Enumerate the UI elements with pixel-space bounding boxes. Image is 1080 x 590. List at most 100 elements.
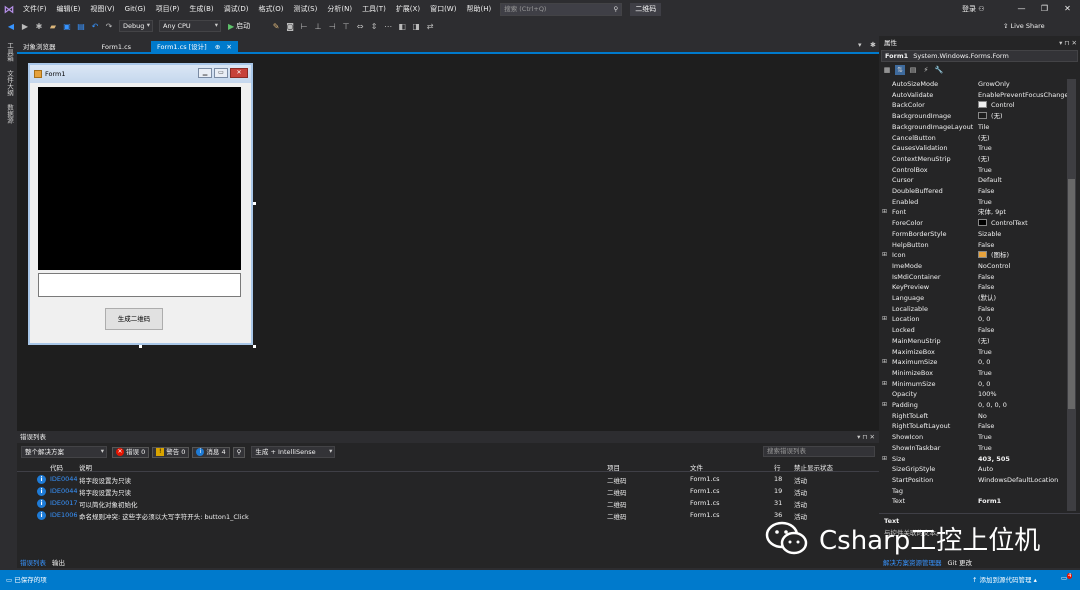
property-row[interactable]: ForeColor ControlText <box>879 218 1067 229</box>
property-row[interactable]: BackgroundImage (无) <box>879 111 1067 122</box>
tab-solution-explorer[interactable]: 解决方案资源管理器 <box>883 557 942 567</box>
col-code[interactable]: 代码 <box>50 462 63 472</box>
expand-icon[interactable]: ⊞ <box>882 314 887 325</box>
picture-box[interactable] <box>38 87 241 270</box>
scrollbar-thumb[interactable] <box>1068 179 1075 409</box>
property-value[interactable]: No <box>978 411 987 422</box>
data-sources-tab[interactable]: 数据源 <box>3 104 15 124</box>
property-value[interactable]: True <box>978 347 992 358</box>
property-value[interactable]: 0, 0 <box>978 379 990 390</box>
property-row[interactable]: Language (默认) <box>879 293 1067 304</box>
resize-handle-corner[interactable] <box>253 345 256 348</box>
property-value[interactable]: 100% <box>978 389 997 400</box>
panel-controls-icon[interactable]: ▾ ⊓ ✕ <box>857 431 875 443</box>
property-row[interactable]: MainMenuStrip (无) <box>879 336 1067 347</box>
properties-icon[interactable]: ▤ <box>908 65 918 75</box>
col-project[interactable]: 项目 <box>607 462 620 472</box>
property-value[interactable]: False <box>978 421 994 432</box>
error-code[interactable]: IDE1006 <box>50 511 78 519</box>
minimize-button[interactable]: — <box>1010 0 1033 18</box>
menu-test[interactable]: 测试(S) <box>288 0 322 18</box>
expand-icon[interactable]: ⊞ <box>882 400 887 411</box>
align-center-icon[interactable]: ⊥ <box>312 20 324 32</box>
expand-icon[interactable]: ⊞ <box>882 454 887 465</box>
live-share-button[interactable]: ⇪ Live Share <box>1003 18 1045 34</box>
scope-select[interactable]: 整个解决方案 <box>21 446 107 458</box>
events-icon[interactable]: ⚡ <box>921 65 931 75</box>
property-value[interactable]: NoControl <box>978 261 1010 272</box>
col-line[interactable]: 行 <box>774 462 781 472</box>
align-right-icon[interactable]: ⊣ <box>326 20 338 32</box>
warnings-filter-button[interactable]: ! 警告 0 <box>152 446 190 458</box>
property-value[interactable]: True <box>978 143 992 154</box>
panel-controls-icon[interactable]: ▾ ⊓ ✕ <box>1059 38 1077 49</box>
menu-view[interactable]: 视图(V) <box>85 0 119 18</box>
notification-bell-icon[interactable]: ▭4 <box>1061 573 1073 583</box>
menu-help[interactable]: 帮助(H) <box>461 0 496 18</box>
property-row[interactable]: Enabled True <box>879 197 1067 208</box>
col-suppress[interactable]: 禁止显示状态 <box>794 462 833 472</box>
menu-edit[interactable]: 编辑(E) <box>52 0 86 18</box>
add-to-source-control-button[interactable]: ↑ 添加到源代码管理 ▴ <box>972 574 1037 584</box>
redo-icon[interactable]: ↷ <box>103 20 115 32</box>
error-list-row[interactable]: i IDE0044 将字段设置为只读 二维码 Form1.cs 19 活动 <box>17 486 879 498</box>
property-value[interactable]: False <box>978 325 994 336</box>
save-icon[interactable]: ▣ <box>61 20 73 32</box>
property-value[interactable]: (无) <box>978 111 1003 122</box>
property-value[interactable]: WindowsDefaultLocation <box>978 475 1058 486</box>
menu-build[interactable]: 生成(B) <box>184 0 218 18</box>
visual-studio-logo-icon[interactable]: ⋈ <box>0 0 18 18</box>
property-row[interactable]: Locked False <box>879 325 1067 336</box>
property-value[interactable]: GrowOnly <box>978 79 1010 90</box>
property-row[interactable]: AutoValidate EnablePreventFocusChange <box>879 90 1067 101</box>
property-row[interactable]: ⊞ MinimumSize 0, 0 <box>879 379 1067 390</box>
search-input[interactable]: 搜索 (Ctrl+Q) ⚲ <box>500 2 623 16</box>
tab-git-changes[interactable]: Git 更改 <box>948 557 972 567</box>
menu-git[interactable]: Git(G) <box>120 0 151 18</box>
property-row[interactable]: ControlBox True <box>879 165 1067 176</box>
property-row[interactable]: Cursor Default <box>879 175 1067 186</box>
error-search-input[interactable]: 搜索错误列表 <box>763 446 875 457</box>
property-row[interactable]: ⊞ Font 宋体, 9pt <box>879 207 1067 218</box>
property-value[interactable]: (无) <box>978 133 990 144</box>
property-row[interactable]: MaximizeBox True <box>879 347 1067 358</box>
property-row[interactable]: HelpButton False <box>879 240 1067 251</box>
property-value[interactable]: False <box>978 304 994 315</box>
menu-debug[interactable]: 调试(D) <box>219 0 254 18</box>
document-outline-tab[interactable]: 文件大纲 <box>3 70 15 96</box>
resize-handle-right[interactable] <box>253 202 256 205</box>
object-selector[interactable]: Form1 System.Windows.Forms.Form <box>881 50 1078 62</box>
property-row[interactable]: RightToLeft No <box>879 411 1067 422</box>
tab-dropdown-icon[interactable]: ▾ <box>858 41 862 49</box>
hot-reload-icon[interactable]: ✎ <box>270 20 282 32</box>
property-value[interactable]: Auto <box>978 464 993 475</box>
tab-order-icon[interactable]: ⇄ <box>424 20 436 32</box>
property-row[interactable]: ⊞ Location 0, 0 <box>879 314 1067 325</box>
build-filter-select[interactable]: 生成 + IntelliSense <box>251 446 336 458</box>
error-code[interactable]: IDE0044 <box>50 475 78 483</box>
property-value[interactable]: (无) <box>978 154 990 165</box>
menu-format[interactable]: 格式(O) <box>253 0 288 18</box>
property-grid-scrollbar[interactable] <box>1067 79 1076 511</box>
align-left-icon[interactable]: ⊢ <box>298 20 310 32</box>
menu-extensions[interactable]: 扩展(X) <box>391 0 425 18</box>
property-row[interactable]: ⊞ Size 403, 505 <box>879 454 1067 465</box>
expand-icon[interactable]: ⊞ <box>882 250 887 261</box>
error-list-row[interactable]: i IDE1006 命名规则冲突: 这些字必须以大写字符开头: button1_Cl… <box>17 510 879 522</box>
start-button[interactable]: ▶ 启动 <box>228 21 250 31</box>
property-value[interactable]: True <box>978 432 992 443</box>
forward-icon[interactable]: ▶ <box>19 20 31 32</box>
menu-file[interactable]: 文件(F) <box>18 0 52 18</box>
property-row[interactable]: ShowIcon True <box>879 432 1067 443</box>
property-value[interactable]: 0, 0, 0, 0 <box>978 400 1007 411</box>
property-value[interactable]: (无) <box>978 336 990 347</box>
property-value[interactable]: Control <box>978 100 1015 111</box>
property-row[interactable]: Tag <box>879 486 1067 497</box>
open-file-icon[interactable]: ▰ <box>47 20 59 32</box>
align-top-icon[interactable]: ⊤ <box>340 20 352 32</box>
property-value[interactable]: False <box>978 240 994 251</box>
menu-project[interactable]: 项目(P) <box>151 0 185 18</box>
menu-tools[interactable]: 工具(T) <box>357 0 391 18</box>
menu-window[interactable]: 窗口(W) <box>425 0 461 18</box>
expand-icon[interactable]: ⊞ <box>882 357 887 368</box>
